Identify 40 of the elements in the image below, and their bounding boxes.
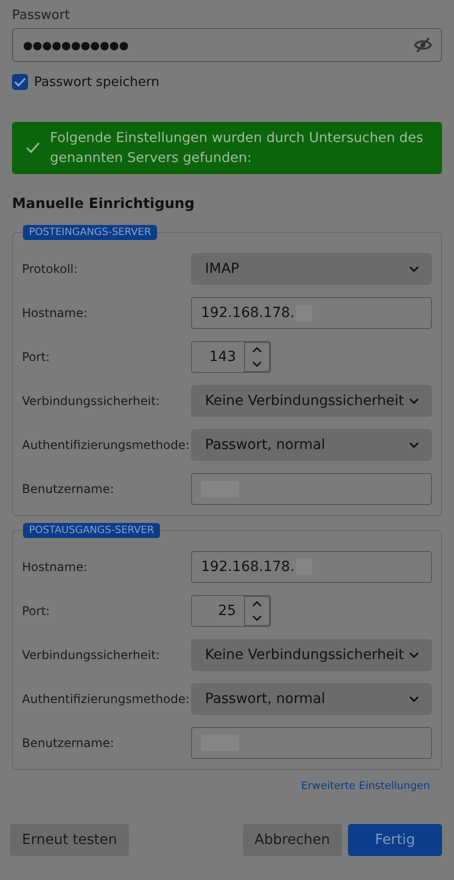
field-label: Authentifizierungsmethode: <box>22 438 191 452</box>
input-field[interactable] <box>191 727 432 759</box>
section-heading: Manuelle Einrichtigung <box>12 196 196 214</box>
field-label: Port: <box>22 604 51 618</box>
advanced-settings-link[interactable]: Erweiterte Einstellungen <box>301 780 430 798</box>
banner-text: Folgende Einstellungen wurden durch Untersuchen des genannten Servers gefunden: <box>50 129 424 168</box>
password-field[interactable]: ●●●●●●●●●●● <box>12 28 442 62</box>
section-badge: POSTAUSGANGS-SERVER <box>23 523 160 538</box>
eye-slash-icon[interactable] <box>413 37 433 53</box>
chevron-down-icon <box>408 264 420 274</box>
secondary-button[interactable]: Erneut testen <box>10 824 130 856</box>
field-label: Benutzername: <box>22 482 116 496</box>
checkbox[interactable] <box>12 74 28 90</box>
secondary-button[interactable]: Abbrechen <box>242 824 342 856</box>
field-label: Verbindungssicherheit: <box>22 394 161 408</box>
checkbox-label: Passwort speichern <box>34 74 160 90</box>
field-label: Authentifizierungsmethode: <box>22 692 191 706</box>
chevron-down-icon <box>408 396 420 406</box>
field-label: Benutzername: <box>22 736 116 750</box>
section-badge: POSTEINGANGS-SERVER <box>23 225 158 240</box>
input-field[interactable]: 192.168.178. <box>191 551 432 583</box>
input-field[interactable] <box>191 473 432 505</box>
chevron-down-icon <box>408 694 420 704</box>
dropdown[interactable]: Passwort, normal <box>191 429 432 461</box>
check-icon <box>26 142 40 154</box>
chevron-down-icon <box>408 650 420 660</box>
field-label: Hostname: <box>22 306 88 320</box>
check-icon <box>14 77 26 87</box>
dropdown[interactable]: Passwort, normal <box>191 683 432 715</box>
field-label: Protokoll: <box>22 262 79 276</box>
field-label: Hostname: <box>22 560 88 574</box>
field-label: Verbindungssicherheit: <box>22 648 161 662</box>
input-field[interactable]: 192.168.178. <box>191 297 432 329</box>
dropdown[interactable]: IMAP <box>191 253 432 285</box>
chevron-down-icon <box>408 440 420 450</box>
primary-button[interactable]: Fertig <box>348 824 442 856</box>
dropdown[interactable]: Keine Verbindungssicherheit <box>191 385 432 417</box>
field-label: Port: <box>22 350 51 364</box>
field-label: Passwort <box>12 8 71 25</box>
dropdown[interactable]: Keine Verbindungssicherheit <box>191 639 432 671</box>
